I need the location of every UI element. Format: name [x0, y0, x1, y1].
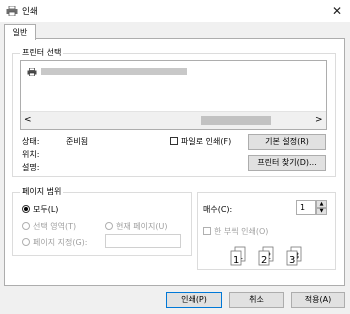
horizontal-scrollbar[interactable]: < > — [21, 111, 326, 129]
current-page-radio[interactable] — [105, 222, 113, 230]
printer-list-item[interactable] — [41, 68, 187, 75]
apply-button[interactable]: 적용(A) — [291, 292, 345, 308]
title-bar: 인쇄 ✕ — [0, 0, 350, 22]
selection-label: 선택 영역(T) — [33, 222, 77, 231]
pages-label: 페이지 지정(G): — [33, 238, 88, 247]
location-label: 위치: — [22, 150, 40, 159]
scroll-right-arrow-icon[interactable]: > — [315, 115, 323, 125]
copies-input[interactable]: 1 — [296, 200, 316, 215]
find-printer-button[interactable]: 프린터 찾기(D)... — [248, 155, 326, 171]
pages-input[interactable] — [105, 234, 181, 248]
printer-select-legend: 프린터 선택 — [20, 47, 64, 58]
status-value: 준비됨 — [66, 137, 89, 146]
preferences-button[interactable]: 기본 설정(R) — [248, 134, 326, 150]
print-to-file-checkbox[interactable] — [170, 137, 178, 145]
copies-down-arrow-icon[interactable]: ▼ — [316, 208, 327, 215]
current-page-label: 현재 페이지(U) — [116, 222, 168, 231]
cancel-button[interactable]: 취소 — [229, 292, 284, 308]
print-button[interactable]: 인쇄(P) — [166, 292, 222, 308]
all-pages-radio[interactable] — [22, 205, 30, 213]
window-title: 인쇄 — [22, 7, 38, 17]
tab-general[interactable]: 일반 — [4, 24, 36, 40]
page-range-legend: 페이지 범위 — [20, 186, 64, 197]
comment-label: 설명: — [22, 163, 40, 172]
pages-radio[interactable] — [22, 238, 30, 246]
scrollbar-thumb[interactable] — [201, 116, 271, 125]
copies-label: 매수(C): — [203, 205, 233, 214]
collate-checkbox[interactable] — [203, 227, 211, 235]
printer-icon — [27, 68, 37, 76]
close-icon[interactable]: ✕ — [327, 1, 347, 21]
scroll-left-arrow-icon[interactable]: < — [24, 115, 32, 125]
collate-pages-icon: 1 1 2 2 3 3 — [230, 246, 302, 266]
selection-radio[interactable] — [22, 222, 30, 230]
svg-text:1: 1 — [233, 255, 239, 266]
collate-label: 한 부씩 인쇄(O) — [214, 227, 269, 236]
status-label: 상태: — [22, 137, 40, 146]
copies-up-arrow-icon[interactable]: ▲ — [316, 200, 327, 208]
svg-text:3: 3 — [289, 255, 295, 266]
printer-icon — [6, 6, 18, 16]
all-pages-label: 모두(L) — [33, 205, 59, 214]
print-to-file-label: 파일로 인쇄(F) — [181, 137, 232, 146]
printer-list[interactable]: < > — [20, 60, 327, 130]
svg-text:2: 2 — [261, 255, 267, 266]
radio-selected-dot — [24, 207, 28, 211]
